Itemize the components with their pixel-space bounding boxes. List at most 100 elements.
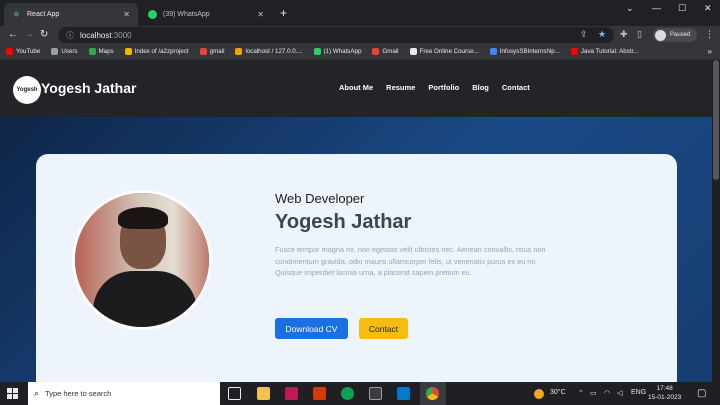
back-icon[interactable]: ←: [8, 29, 18, 40]
tab-title: React App: [27, 11, 60, 18]
notification-icon[interactable]: ▢: [697, 388, 706, 399]
browser-toolbar: ← → ↻ ⓘ localhost:3000 ⇪ ★ ✚ ▯ Paused ⋮: [0, 26, 720, 44]
tab-title: (39) WhatsApp: [163, 11, 210, 18]
bookmark-favicon-icon: [570, 48, 578, 55]
bookmark-label: Free Online Course...: [419, 48, 479, 55]
bookmark-item[interactable]: Maps: [88, 48, 114, 55]
bookmarks-bar: YouTube Users Maps Index of /a2zproject gmai…: [0, 44, 720, 60]
bookmark-label: InfosysSBInternship...: [499, 48, 560, 55]
nav-about-me[interactable]: About Me: [339, 83, 373, 92]
maximize-button[interactable]: ☐: [678, 3, 686, 14]
pen-app-icon[interactable]: [285, 387, 298, 400]
tab-whatsapp[interactable]: (39) WhatsApp ✕: [140, 3, 272, 26]
browser-tab-strip: ⚛ React App ✕ (39) WhatsApp ✕ + ⌄ — ☐ ✕: [0, 0, 720, 26]
close-tab-icon[interactable]: ✕: [123, 10, 130, 19]
battery-icon[interactable]: ▭: [590, 389, 597, 397]
bookmark-item[interactable]: gmail: [199, 48, 225, 55]
weather-temp[interactable]: 30°C: [550, 389, 566, 396]
hero-name: Yogesh Jathar: [275, 211, 412, 233]
bookmark-favicon-icon: [372, 48, 380, 55]
search-icon: ⌕: [34, 388, 40, 398]
bookmark-favicon-icon: [88, 48, 96, 55]
bookmark-item[interactable]: localhost / 127.0.0....: [235, 48, 303, 55]
url-text: localhost:3000: [80, 30, 132, 40]
bookmark-item[interactable]: (1) WhatsApp: [313, 48, 362, 55]
weather-icon[interactable]: [534, 389, 544, 399]
bookmark-label: gmail: [209, 48, 225, 55]
extensions-icon[interactable]: ✚: [620, 29, 628, 40]
nav-blog[interactable]: Blog: [472, 83, 489, 92]
bookmark-favicon-icon: [489, 48, 497, 55]
minimize-button[interactable]: —: [652, 3, 661, 13]
clock-date: 15-01-2023: [648, 394, 682, 401]
task-view-icon[interactable]: [228, 387, 241, 400]
hero-role: Web Developer: [275, 191, 365, 206]
terminal-icon[interactable]: [369, 387, 382, 400]
office-icon[interactable]: [313, 387, 326, 400]
new-tab-button[interactable]: +: [280, 6, 287, 20]
bookmark-label: Index of /a2zproject: [134, 48, 189, 55]
bookmark-item[interactable]: Free Online Course...: [409, 48, 479, 55]
wifi-icon[interactable]: ◠: [604, 389, 610, 397]
tab-react-app[interactable]: ⚛ React App ✕: [4, 3, 138, 26]
chrome-icon[interactable]: [426, 387, 439, 400]
volume-icon[interactable]: ◁: [617, 389, 622, 397]
close-tab-icon[interactable]: ✕: [257, 10, 264, 19]
bookmarks-overflow-icon[interactable]: »: [708, 47, 712, 56]
forward-icon[interactable]: →: [24, 29, 34, 40]
hero-bio: Fusce tempor magna mi, non egestas velit…: [275, 245, 546, 277]
vscode-icon[interactable]: [397, 387, 410, 400]
share-icon[interactable]: ⇪: [580, 29, 588, 40]
contact-button[interactable]: Contact: [359, 318, 408, 339]
bookmark-favicon-icon: [124, 48, 132, 55]
bookmark-favicon-icon: [409, 48, 417, 55]
bookmark-item[interactable]: YouTube: [6, 48, 40, 55]
clock-time: 17:48: [656, 385, 673, 392]
reload-icon[interactable]: ↻: [40, 29, 48, 40]
react-icon: ⚛: [12, 10, 21, 19]
bookmark-item[interactable]: Gmail: [372, 48, 399, 55]
bookmark-star-icon[interactable]: ★: [598, 29, 606, 40]
bookmark-favicon-icon: [235, 48, 243, 55]
windows-start-icon[interactable]: [7, 388, 18, 399]
site-logo[interactable]: Yogesh: [13, 76, 41, 104]
bookmark-item[interactable]: Users: [51, 48, 78, 55]
profile-status: Paused: [670, 32, 691, 38]
side-panel-icon[interactable]: ▯: [637, 29, 642, 40]
bookmark-label: YouTube: [16, 48, 41, 55]
chrome-menu-icon[interactable]: ⋮: [705, 29, 714, 40]
nav-contact[interactable]: Contact: [502, 83, 530, 92]
bookmark-label: Users: [61, 48, 78, 55]
bookmark-item[interactable]: Index of /a2zproject: [124, 48, 189, 55]
search-placeholder: Type here to search: [45, 389, 112, 398]
bookmark-label: (1) WhatsApp: [323, 48, 362, 55]
close-window-button[interactable]: ✕: [704, 3, 712, 14]
site-header: Yogesh Yogesh Jathar About Me Resume Por…: [0, 60, 720, 117]
address-bar[interactable]: ⓘ localhost:3000: [58, 27, 614, 43]
bookmark-item[interactable]: InfosysSBInternship...: [489, 48, 560, 55]
taskbar-clock[interactable]: 17:48 15-01-2023: [648, 384, 681, 402]
taskbar-search[interactable]: ⌕ Type here to search: [28, 382, 220, 405]
info-icon[interactable]: ⓘ: [66, 30, 74, 41]
tab-search-icon[interactable]: ⌄: [626, 3, 634, 14]
profile-button[interactable]: Paused: [653, 28, 697, 42]
page-scrollbar[interactable]: [712, 60, 720, 382]
language-indicator[interactable]: ENG: [631, 389, 646, 396]
bookmark-label: Maps: [98, 48, 114, 55]
avatar: [655, 29, 666, 41]
nav-resume[interactable]: Resume: [386, 83, 415, 92]
bookmark-favicon-icon: [199, 48, 207, 55]
web-page: Yogesh Yogesh Jathar About Me Resume Por…: [0, 60, 720, 382]
bookmark-item[interactable]: Java Tutorial: Abstr...: [570, 48, 639, 55]
profile-photo: [72, 190, 212, 330]
download-cv-button[interactable]: Download CV: [275, 318, 348, 339]
nav-portfolio[interactable]: Portfolio: [428, 83, 459, 92]
bookmark-label: Java Tutorial: Abstr...: [580, 48, 639, 55]
scrollbar-thumb[interactable]: [713, 60, 719, 180]
bookmark-label: localhost / 127.0.0....: [245, 48, 303, 55]
edge-icon[interactable]: [341, 387, 354, 400]
file-explorer-icon[interactable]: [257, 387, 270, 400]
bookmark-favicon-icon: [51, 48, 59, 55]
tray-chevron-icon[interactable]: ⌃: [578, 389, 584, 397]
site-name[interactable]: Yogesh Jathar: [41, 80, 136, 96]
